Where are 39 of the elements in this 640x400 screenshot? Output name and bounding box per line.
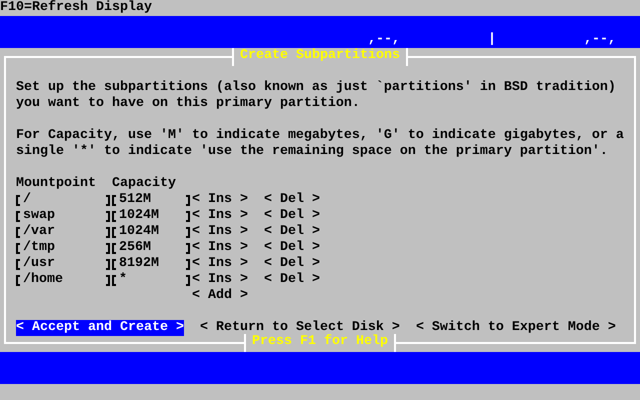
input-field[interactable]: /usr <box>16 256 112 272</box>
delete-button[interactable]: < Del > <box>264 192 320 208</box>
instruction-text: Set up the subpartitions (also known as just `partitions' in BSD tradition) <box>16 80 616 96</box>
ascii-mark: ,--, <box>584 32 616 48</box>
insert-button[interactable]: < Ins > <box>192 192 264 208</box>
insert-button[interactable]: < Ins > <box>192 240 264 256</box>
instruction-text: single '*' to indicate 'use the remaining space on the primary partition'. <box>16 144 608 160</box>
insert-button[interactable]: < Ins > <box>192 272 264 288</box>
dialog-title: Create Subpartitions <box>232 48 408 66</box>
insert-button[interactable]: < Ins > <box>192 256 264 272</box>
input-field[interactable]: * <box>112 272 192 288</box>
ascii-mark: | <box>488 32 496 48</box>
column-header: Mountpoint <box>16 176 97 192</box>
help-hint: Press F1 for Help <box>244 334 396 352</box>
insert-button[interactable]: < Ins > <box>192 224 264 240</box>
insert-button[interactable]: < Ins > <box>192 208 264 224</box>
input-field[interactable]: 8192M <box>112 256 192 272</box>
input-field[interactable]: 256M <box>112 240 192 256</box>
input-field[interactable]: / <box>16 192 112 208</box>
instruction-text: you want to have on this primary partition. <box>16 96 360 112</box>
input-field[interactable]: /var <box>16 224 112 240</box>
ascii-mark: ,--, <box>368 32 400 48</box>
delete-button[interactable]: < Del > <box>264 224 320 240</box>
delete-button[interactable]: < Del > <box>264 208 320 224</box>
add-button[interactable]: < Add > <box>192 288 248 304</box>
delete-button[interactable]: < Del > <box>264 272 320 288</box>
delete-button[interactable]: < Del > <box>264 240 320 256</box>
status-text: F10=Refresh Display <box>0 0 152 16</box>
input-field[interactable]: 1024M <box>112 224 192 240</box>
input-field[interactable]: 1024M <box>112 208 192 224</box>
column-header: Capacity <box>112 176 176 192</box>
input-field[interactable]: swap <box>16 208 112 224</box>
input-field[interactable]: /home <box>16 272 112 288</box>
input-field[interactable]: /tmp <box>16 240 112 256</box>
dialog-button[interactable]: < Accept and Create > <box>16 320 184 336</box>
dialog-button[interactable]: < Switch to Expert Mode > <box>416 320 616 336</box>
instruction-text: For Capacity, use 'M' to indicate megabytes, 'G' to indicate gigabytes, or a <box>16 128 624 144</box>
input-field[interactable]: 512M <box>112 192 192 208</box>
delete-button[interactable]: < Del > <box>264 256 320 272</box>
